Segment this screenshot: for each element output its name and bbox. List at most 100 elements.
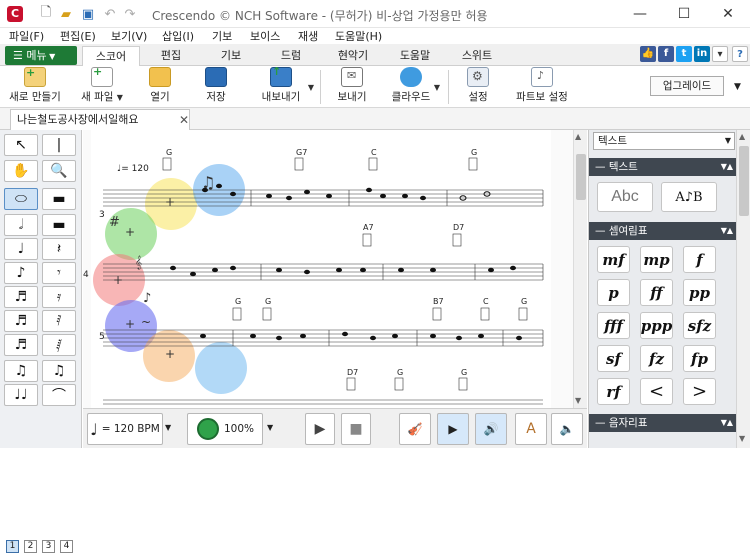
app-icon[interactable]: C bbox=[7, 6, 23, 22]
whole-rest-icon[interactable]: ▬ bbox=[42, 188, 76, 210]
tab-suite[interactable]: 스위트 bbox=[448, 46, 506, 66]
menu-notation[interactable]: 기보 bbox=[212, 28, 232, 44]
chevron-down-icon[interactable]: ▼ bbox=[267, 423, 273, 432]
save-icon[interactable]: ▣ bbox=[80, 6, 96, 22]
triplet-icon[interactable]: ♫ bbox=[42, 360, 76, 382]
tab-drum[interactable]: 드럼 bbox=[262, 46, 320, 66]
new-file-button[interactable]: + 새 파일 ▼ bbox=[74, 65, 130, 107]
menu-play[interactable]: 재생 bbox=[298, 28, 318, 44]
scrollbar-thumb[interactable] bbox=[739, 146, 749, 216]
chevron-down-icon[interactable]: ▾ bbox=[712, 46, 728, 62]
dynamic-fp[interactable]: fp bbox=[683, 345, 716, 372]
scroll-down-icon[interactable]: ▼ bbox=[575, 396, 581, 405]
open-button[interactable]: 열기 bbox=[140, 67, 180, 107]
dynamic-fff[interactable]: fff bbox=[597, 312, 630, 339]
eighth-note-icon[interactable]: ♪ bbox=[4, 262, 38, 284]
whole-note-icon[interactable]: ⬭ bbox=[4, 188, 38, 210]
section-header-clefs[interactable]: — 음자리표 ▼▲ bbox=[589, 414, 737, 432]
twitter-icon[interactable]: t bbox=[676, 46, 692, 62]
quarter-note-icon[interactable]: ♩ bbox=[4, 238, 38, 260]
part-settings-button[interactable]: ♪ 파트보 설정 bbox=[510, 67, 574, 107]
font-button[interactable]: A bbox=[515, 413, 547, 445]
chord-notes-icon[interactable]: ♩♩ bbox=[4, 384, 38, 406]
palette-page-3[interactable]: 3 bbox=[42, 540, 55, 553]
tab-notation[interactable]: 기보 bbox=[202, 46, 260, 66]
beamed-notes-icon[interactable]: ♫ bbox=[4, 360, 38, 382]
sixteenth-note-icon[interactable]: ♬ bbox=[4, 286, 38, 308]
thirty-second-note-icon[interactable]: ♬ bbox=[4, 310, 38, 332]
menu-voice[interactable]: 보이스 bbox=[250, 28, 280, 44]
half-rest-icon[interactable]: ▬ bbox=[42, 214, 76, 236]
new-file-icon[interactable]: 🗋 bbox=[38, 5, 54, 22]
hand-icon[interactable]: ✋ bbox=[4, 160, 38, 182]
score-vertical-scrollbar[interactable]: ▲ ▼ bbox=[573, 130, 587, 408]
maximize-button[interactable]: ☐ bbox=[662, 3, 706, 25]
export-button[interactable]: ↑ 내보내기 bbox=[250, 65, 312, 107]
undo-icon[interactable]: ↶ bbox=[102, 6, 118, 22]
dynamic-p[interactable]: p bbox=[597, 279, 630, 306]
scrollbar-thumb[interactable] bbox=[576, 154, 586, 200]
minimize-button[interactable]: — bbox=[618, 3, 662, 25]
playback-button[interactable]: ▶ bbox=[437, 413, 469, 445]
main-menu-button[interactable]: ☰ 메뉴 ▼ bbox=[5, 46, 77, 65]
instrument-button[interactable]: 🎻 bbox=[399, 413, 431, 445]
menu-file[interactable]: 파일(F) bbox=[9, 28, 44, 44]
voice-button[interactable]: 🔈 bbox=[551, 413, 583, 445]
crescendo-hairpin[interactable]: < bbox=[640, 378, 673, 405]
cloud-button[interactable]: 클라우드 bbox=[386, 67, 436, 107]
new-score-button[interactable]: + 새로 만들기 bbox=[4, 66, 66, 107]
sixteenth-rest-icon[interactable]: 𝄿 bbox=[42, 286, 76, 308]
dynamic-mf[interactable]: mf bbox=[597, 246, 630, 273]
open-folder-icon[interactable]: ▰ bbox=[58, 6, 74, 22]
close-button[interactable]: ✕ bbox=[706, 3, 750, 25]
zoom-icon[interactable]: 🔍 bbox=[42, 160, 76, 182]
eighth-rest-icon[interactable]: 𝄾 bbox=[42, 262, 76, 284]
menu-view[interactable]: 보기(V) bbox=[111, 28, 147, 44]
dynamic-f[interactable]: f bbox=[683, 246, 716, 273]
scroll-up-icon[interactable]: ▲ bbox=[739, 132, 745, 141]
dynamic-pp[interactable]: pp bbox=[683, 279, 716, 306]
thirty-second-rest-icon[interactable]: 𝅀 bbox=[42, 310, 76, 332]
redo-icon[interactable]: ↷ bbox=[122, 6, 138, 22]
section-header-dynamics[interactable]: — 셈여림표 ▼▲ bbox=[589, 222, 737, 240]
sixty-fourth-rest-icon[interactable]: 𝅁 bbox=[42, 334, 76, 356]
select-arrow-icon[interactable]: ↖ bbox=[4, 134, 38, 156]
stop-button[interactable]: ■ bbox=[341, 413, 371, 445]
tab-help[interactable]: 도움말 bbox=[386, 46, 444, 66]
score-canvas[interactable]: + + + + + ♫ # 𝄞 ♪ ~ ♩= 120 3 4 5 G G7 C G A7 D7 … bbox=[83, 130, 573, 408]
upgrade-button[interactable]: 업그레이드 bbox=[650, 76, 724, 96]
menu-edit[interactable]: 편집(E) bbox=[60, 28, 96, 44]
close-icon[interactable]: ✕ bbox=[179, 110, 189, 130]
send-button[interactable]: ✉ 보내기 bbox=[332, 67, 372, 107]
chevron-down-icon[interactable]: ▼ bbox=[734, 82, 741, 92]
settings-button[interactable]: ⚙ 설정 bbox=[458, 67, 498, 107]
section-header-text[interactable]: — 텍스트 ▼▲ bbox=[589, 158, 737, 176]
volume-control[interactable]: 100% bbox=[187, 413, 263, 445]
tab-edit[interactable]: 편집 bbox=[142, 46, 200, 66]
dynamic-sfz[interactable]: sfz bbox=[683, 312, 716, 339]
lyrics-insert-button[interactable]: A♪B bbox=[661, 182, 717, 212]
palette-page-1[interactable]: 1 bbox=[6, 540, 19, 553]
chevron-down-icon[interactable]: ▼ bbox=[165, 423, 171, 432]
scroll-up-icon[interactable]: ▲ bbox=[575, 132, 581, 141]
dynamic-fz[interactable]: fz bbox=[640, 345, 673, 372]
sixty-fourth-note-icon[interactable]: ♬ bbox=[4, 334, 38, 356]
linkedin-icon[interactable]: in bbox=[694, 46, 710, 62]
half-note-icon[interactable]: 𝅗𝅥 bbox=[4, 214, 38, 236]
like-icon[interactable]: 👍 bbox=[640, 46, 656, 62]
dynamic-sf[interactable]: sf bbox=[597, 345, 630, 372]
panel-vertical-scrollbar[interactable]: ▲ ▼ bbox=[736, 130, 750, 448]
menu-insert[interactable]: 삽입(I) bbox=[162, 28, 194, 44]
menu-help[interactable]: 도움말(H) bbox=[335, 28, 382, 44]
panel-type-select[interactable]: 텍스트 ▼ bbox=[593, 132, 735, 150]
dynamic-ppp[interactable]: ppp bbox=[640, 312, 673, 339]
text-cursor-icon[interactable]: | bbox=[42, 134, 76, 156]
dynamic-rf[interactable]: rf bbox=[597, 378, 630, 405]
text-insert-button[interactable]: Abc bbox=[597, 182, 653, 212]
tab-strings[interactable]: 현악기 bbox=[324, 46, 382, 66]
quarter-rest-icon[interactable]: 𝄽 bbox=[42, 238, 76, 260]
facebook-icon[interactable]: f bbox=[658, 46, 674, 62]
palette-page-2[interactable]: 2 bbox=[24, 540, 37, 553]
tab-score[interactable]: 스코어 bbox=[82, 46, 140, 66]
metronome-button[interactable]: 🔊 bbox=[475, 413, 507, 445]
